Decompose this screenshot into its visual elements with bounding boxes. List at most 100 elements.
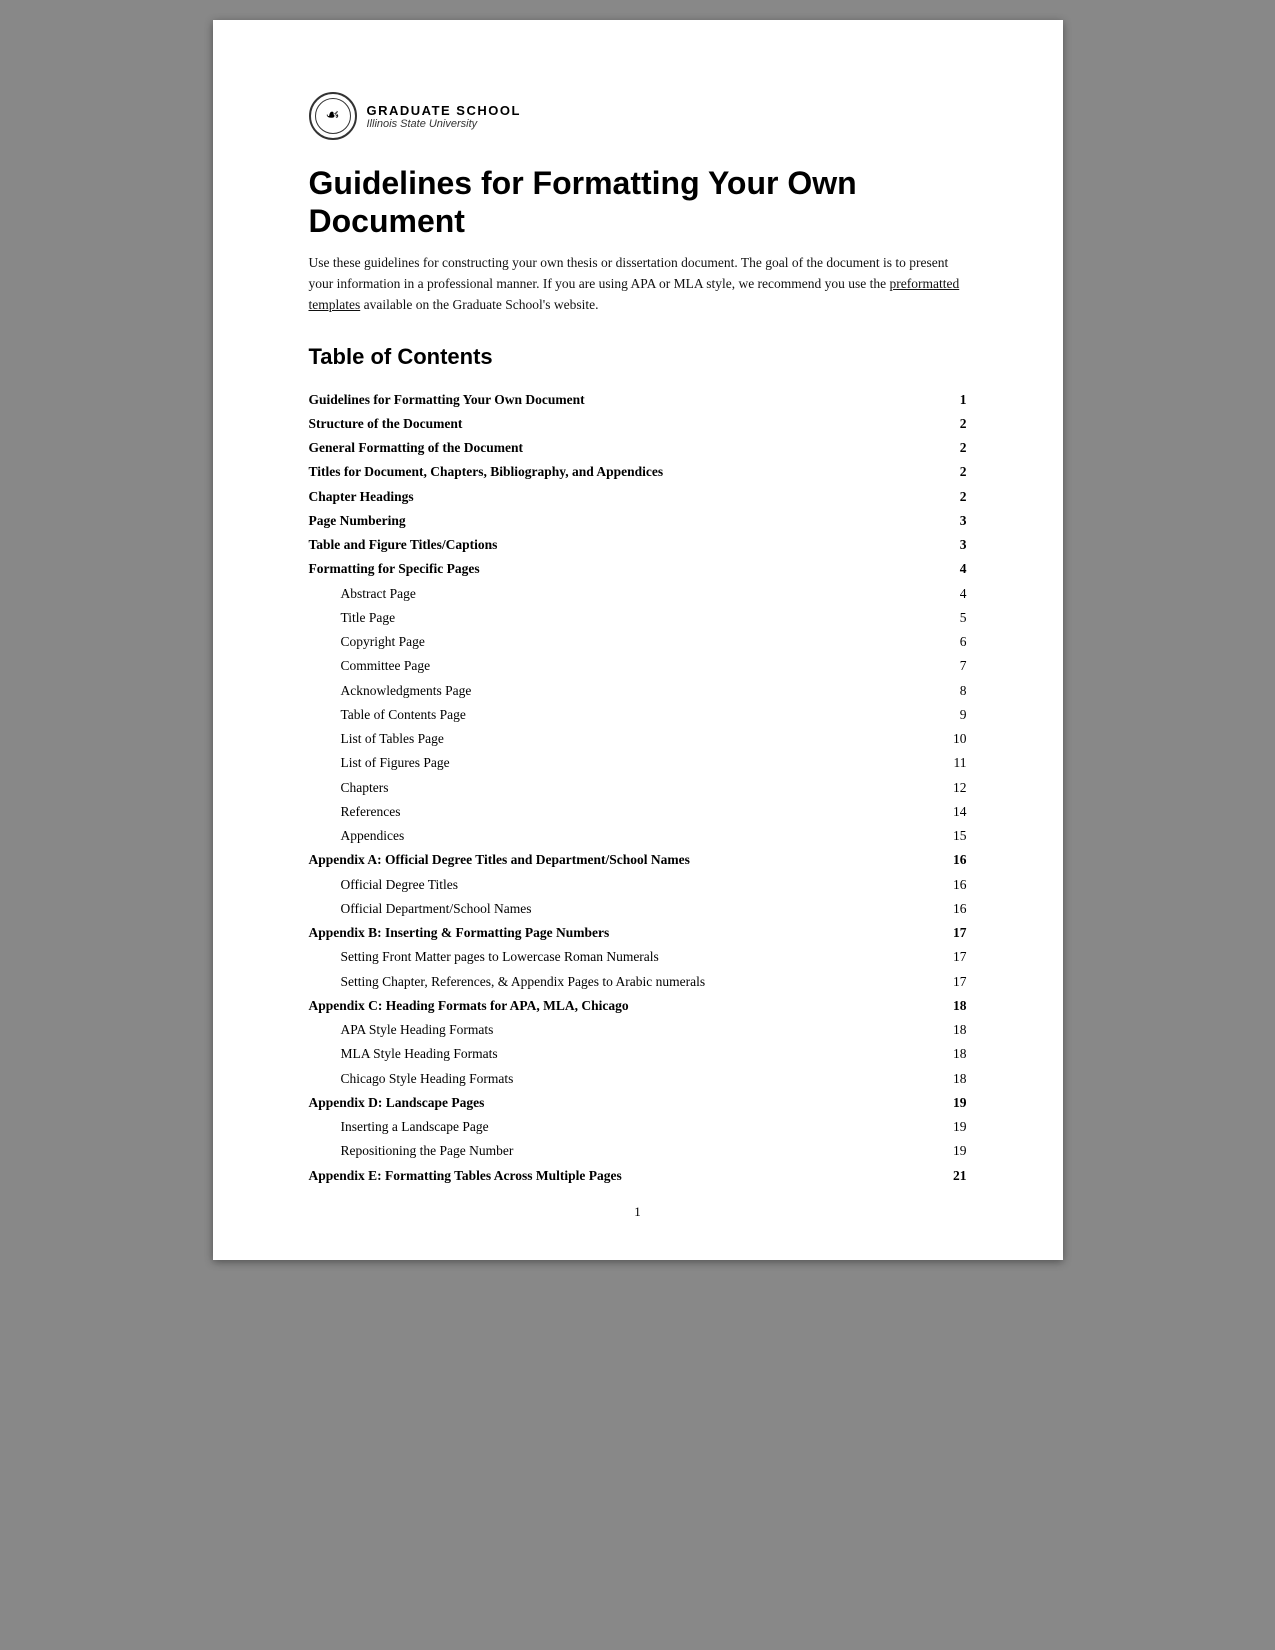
toc-entry-page: 5 (931, 606, 967, 630)
toc-table: Guidelines for Formatting Your Own Docum… (309, 388, 967, 1188)
toc-row: List of Figures Page11 (309, 751, 967, 775)
toc-entry-label: Chapters (309, 776, 931, 800)
toc-row: Repositioning the Page Number19 (309, 1139, 967, 1163)
toc-row: MLA Style Heading Formats18 (309, 1042, 967, 1066)
toc-entry-label: Appendix A: Official Degree Titles and D… (309, 848, 931, 872)
school-name: Graduate School (367, 103, 521, 118)
toc-entry-page: 1 (931, 388, 967, 412)
toc-row: Table of Contents Page9 (309, 703, 967, 727)
toc-row: List of Tables Page10 (309, 727, 967, 751)
toc-entry-label: Acknowledgments Page (309, 679, 931, 703)
toc-row: APA Style Heading Formats18 (309, 1018, 967, 1042)
toc-row: Setting Chapter, References, & Appendix … (309, 970, 967, 994)
toc-row: Appendix D: Landscape Pages19 (309, 1091, 967, 1115)
toc-entry-page: 16 (931, 873, 967, 897)
toc-entry-page: 18 (931, 1018, 967, 1042)
toc-row: Structure of the Document2 (309, 412, 967, 436)
toc-entry-page: 2 (931, 460, 967, 484)
toc-entry-label: Copyright Page (309, 630, 931, 654)
toc-entry-label: Appendix C: Heading Formats for APA, MLA… (309, 994, 931, 1018)
toc-entry-label: Table of Contents Page (309, 703, 931, 727)
toc-row: Chapters12 (309, 776, 967, 800)
toc-entry-page: 19 (931, 1115, 967, 1139)
doc-title: Guidelines for Formatting Your Own Docum… (309, 164, 967, 241)
toc-entry-label: Appendix D: Landscape Pages (309, 1091, 931, 1115)
toc-entry-page: 3 (931, 509, 967, 533)
toc-row: Appendix A: Official Degree Titles and D… (309, 848, 967, 872)
toc-row: Copyright Page6 (309, 630, 967, 654)
toc-entry-label: Appendix E: Formatting Tables Across Mul… (309, 1164, 931, 1188)
toc-entry-page: 17 (931, 945, 967, 969)
toc-entry-label: Inserting a Landscape Page (309, 1115, 931, 1139)
toc-row: Acknowledgments Page8 (309, 679, 967, 703)
header-logo: ☙ Graduate School Illinois State Univers… (309, 92, 967, 140)
page-number: 1 (634, 1204, 641, 1219)
toc-entry-label: Committee Page (309, 654, 931, 678)
logo-inner-ring: ☙ (315, 98, 351, 134)
toc-row: Page Numbering3 (309, 509, 967, 533)
toc-entry-page: 21 (931, 1164, 967, 1188)
toc-entry-label: Guidelines for Formatting Your Own Docum… (309, 388, 931, 412)
toc-entry-page: 4 (931, 582, 967, 606)
toc-entry-page: 18 (931, 1067, 967, 1091)
toc-entry-page: 4 (931, 557, 967, 581)
toc-row: Table and Figure Titles/Captions3 (309, 533, 967, 557)
toc-entry-label: APA Style Heading Formats (309, 1018, 931, 1042)
toc-entry-label: List of Figures Page (309, 751, 931, 775)
toc-entry-label: Official Department/School Names (309, 897, 931, 921)
toc-row: Appendices15 (309, 824, 967, 848)
toc-entry-label: References (309, 800, 931, 824)
toc-row: Chicago Style Heading Formats18 (309, 1067, 967, 1091)
toc-entry-page: 3 (931, 533, 967, 557)
toc-entry-label: List of Tables Page (309, 727, 931, 751)
toc-entry-label: Abstract Page (309, 582, 931, 606)
toc-row: Appendix E: Formatting Tables Across Mul… (309, 1164, 967, 1188)
toc-entry-page: 19 (931, 1139, 967, 1163)
toc-entry-page: 17 (931, 921, 967, 945)
toc-entry-page: 7 (931, 654, 967, 678)
toc-row: References14 (309, 800, 967, 824)
toc-entry-label: Formatting for Specific Pages (309, 557, 931, 581)
toc-entry-label: Repositioning the Page Number (309, 1139, 931, 1163)
toc-row: Abstract Page4 (309, 582, 967, 606)
doc-intro: Use these guidelines for constructing yo… (309, 253, 967, 316)
toc-row: Chapter Headings2 (309, 485, 967, 509)
toc-entry-label: MLA Style Heading Formats (309, 1042, 931, 1066)
page-number-footer: 1 (213, 1204, 1063, 1220)
toc-entry-page: 2 (931, 412, 967, 436)
toc-entry-page: 2 (931, 436, 967, 460)
toc-entry-page: 11 (931, 751, 967, 775)
toc-entry-page: 6 (931, 630, 967, 654)
toc-entry-label: Chicago Style Heading Formats (309, 1067, 931, 1091)
toc-entry-page: 16 (931, 848, 967, 872)
toc-row: Appendix C: Heading Formats for APA, MLA… (309, 994, 967, 1018)
toc-entry-page: 19 (931, 1091, 967, 1115)
toc-entry-page: 8 (931, 679, 967, 703)
toc-entry-page: 10 (931, 727, 967, 751)
toc-entry-label: Official Degree Titles (309, 873, 931, 897)
school-sub: Illinois State University (367, 118, 521, 130)
toc-entry-page: 17 (931, 970, 967, 994)
toc-title: Table of Contents (309, 344, 967, 370)
toc-entry-label: Titles for Document, Chapters, Bibliogra… (309, 460, 931, 484)
toc-entry-page: 18 (931, 1042, 967, 1066)
logo-seal-icon: ☙ (325, 108, 339, 124)
toc-row: Official Department/School Names16 (309, 897, 967, 921)
toc-entry-page: 18 (931, 994, 967, 1018)
toc-row: Committee Page7 (309, 654, 967, 678)
document-page: ☙ Graduate School Illinois State Univers… (213, 20, 1063, 1260)
toc-entry-label: Chapter Headings (309, 485, 931, 509)
toc-entry-label: Structure of the Document (309, 412, 931, 436)
toc-entry-label: Setting Chapter, References, & Appendix … (309, 970, 931, 994)
toc-row: Official Degree Titles16 (309, 873, 967, 897)
toc-entry-label: Appendix B: Inserting & Formatting Page … (309, 921, 931, 945)
toc-row: Inserting a Landscape Page19 (309, 1115, 967, 1139)
toc-row: Formatting for Specific Pages4 (309, 557, 967, 581)
toc-entry-page: 12 (931, 776, 967, 800)
toc-row: Appendix B: Inserting & Formatting Page … (309, 921, 967, 945)
toc-row: Title Page5 (309, 606, 967, 630)
preformatted-templates-link[interactable]: preformatted templates (309, 276, 960, 312)
toc-row: General Formatting of the Document2 (309, 436, 967, 460)
toc-entry-label: Appendices (309, 824, 931, 848)
toc-row: Titles for Document, Chapters, Bibliogra… (309, 460, 967, 484)
